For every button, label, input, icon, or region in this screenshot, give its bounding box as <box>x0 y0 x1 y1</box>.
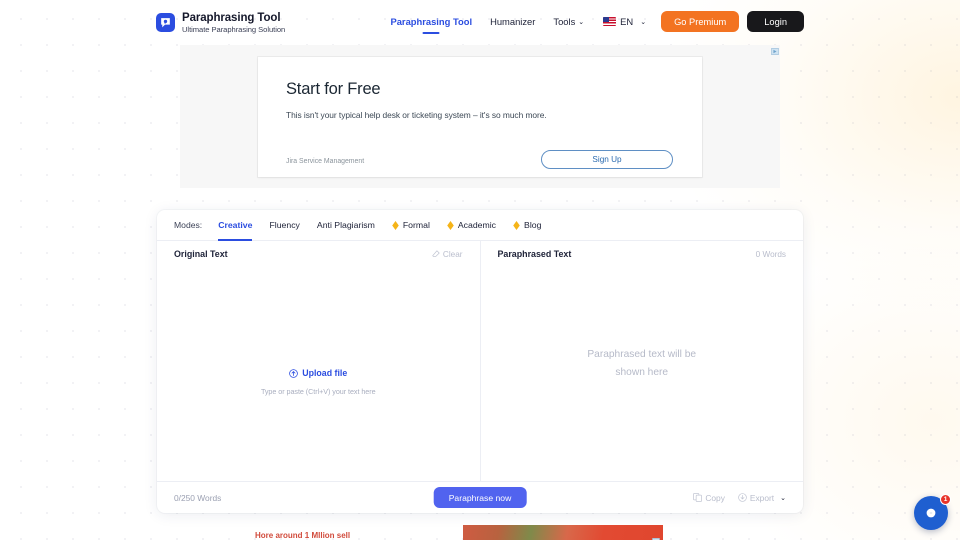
bottom-ad-text: Hore around 1 Mllion sell <box>255 531 351 540</box>
export-button[interactable]: Export ⌄ <box>738 493 786 503</box>
upload-file-button[interactable]: Upload file <box>289 368 347 378</box>
chevron-down-icon: ⌄ <box>780 494 786 502</box>
nav-label: Tools <box>553 16 576 27</box>
main-navigation: Paraphrasing Tool Humanizer Tools ⌄ EN ⌄ … <box>381 11 804 32</box>
word-counter: 0/250 Words <box>174 492 222 503</box>
chevron-down-icon: ⌄ <box>578 19 585 26</box>
mode-tab-anti-plagiarism[interactable]: Anti Plagiarism <box>317 210 375 241</box>
paraphraser-card: Modes: Creative Fluency Anti Plagiarism … <box>157 210 803 513</box>
copy-icon <box>693 493 703 502</box>
copy-label: Copy <box>705 492 725 503</box>
mode-label: Anti Plagiarism <box>316 219 375 230</box>
download-circle-icon <box>738 493 747 502</box>
upload-area: Upload file Type or paste (Ctrl+V) your … <box>157 368 480 396</box>
mode-tab-academic[interactable]: Academic <box>447 210 496 241</box>
ad-choices-icon[interactable] <box>770 47 779 55</box>
modes-label: Modes: <box>174 220 203 230</box>
paraphrase-now-wrapper: Paraphrase now <box>433 487 527 508</box>
page-root: Paraphrasing Tool Ultimate Paraphrasing … <box>0 0 960 540</box>
mode-tab-blog[interactable]: Blog <box>513 210 541 241</box>
mode-label: Academic <box>457 219 497 230</box>
brand-subtitle: Ultimate Paraphrasing Solution <box>182 24 286 34</box>
export-label: Export <box>749 492 775 503</box>
card-footer: 0/250 Words Paraphrase now Copy Export ⌄ <box>157 481 803 513</box>
go-premium-button[interactable]: Go Premium <box>661 11 740 32</box>
mode-label: Creative <box>218 219 253 230</box>
chat-bubble-icon <box>924 506 938 520</box>
mode-label: Blog <box>524 219 542 230</box>
language-selector[interactable]: EN ⌄ <box>593 16 655 27</box>
site-header: Paraphrasing Tool Ultimate Paraphrasing … <box>0 0 960 47</box>
brand-logo[interactable]: Paraphrasing Tool Ultimate Paraphrasing … <box>156 12 285 34</box>
nav-item-tools[interactable]: Tools ⌄ <box>544 16 593 27</box>
ad-choices-icon[interactable] <box>652 532 660 540</box>
ad-headline: Start for Free <box>286 80 381 98</box>
original-text-title: Original Text <box>174 249 228 259</box>
mode-label: Formal <box>402 219 430 230</box>
footer-actions: Copy Export ⌄ <box>693 493 786 503</box>
nav-label: Paraphrasing Tool <box>390 16 473 27</box>
us-flag-icon <box>603 17 617 26</box>
brand-title: Paraphrasing Tool <box>182 12 281 24</box>
ad-body-text: This isn't your typical help desk or tic… <box>286 110 547 120</box>
ad-creative-card[interactable]: Start for Free This isn't your typical h… <box>258 57 702 177</box>
original-text-placeholder[interactable]: Type or paste (Ctrl+V) your text here <box>261 387 376 396</box>
copy-button[interactable]: Copy <box>693 493 725 503</box>
mode-tab-fluency[interactable]: Fluency <box>269 210 299 241</box>
gem-icon <box>392 220 399 230</box>
nav-item-paraphrasing-tool[interactable]: Paraphrasing Tool <box>381 16 481 27</box>
paraphrase-now-button[interactable]: Paraphrase now <box>433 487 527 508</box>
original-text-pane: Original Text Clear Upload file Type or … <box>157 241 481 481</box>
paraphrased-placeholder-line2: shown here <box>615 366 669 378</box>
speech-bubble-p-icon <box>156 13 175 33</box>
modes-toolbar: Modes: Creative Fluency Anti Plagiarism … <box>157 210 803 241</box>
clear-button[interactable]: Clear <box>432 250 463 259</box>
gem-icon <box>447 220 454 230</box>
language-label: EN <box>620 16 634 27</box>
chevron-down-icon: ⌄ <box>640 18 647 26</box>
ad-advertiser-name: Jira Service Management <box>286 158 365 165</box>
nav-item-humanizer[interactable]: Humanizer <box>481 16 544 27</box>
login-button[interactable]: Login <box>747 11 804 32</box>
paraphrased-text-title: Paraphrased Text <box>497 249 572 259</box>
bottom-ad-image[interactable] <box>463 525 663 540</box>
gem-icon <box>513 220 520 230</box>
mode-tab-formal[interactable]: Formal <box>392 210 430 241</box>
ad-signup-button[interactable]: Sign Up <box>541 150 673 169</box>
paraphrased-text-pane: Paraphrased Text 0 Words Paraphrased tex… <box>481 241 804 481</box>
clear-label: Clear <box>442 249 463 259</box>
paraphrased-pane-header: Paraphrased Text 0 Words <box>481 241 804 267</box>
mode-label: Fluency <box>269 219 300 230</box>
original-pane-header: Original Text Clear <box>157 241 480 267</box>
mode-tab-creative[interactable]: Creative <box>218 210 253 241</box>
upload-file-label: Upload file <box>302 368 348 378</box>
paraphrased-placeholder-line1: Paraphrased text will be <box>587 349 697 360</box>
upload-circle-icon <box>289 368 299 378</box>
nav-label: Humanizer <box>490 16 536 27</box>
chat-unread-badge: 1 <box>940 494 951 505</box>
eraser-icon <box>432 250 440 257</box>
advertisement-banner[interactable]: Start for Free This isn't your typical h… <box>180 45 780 188</box>
editor-panes: Original Text Clear Upload file Type or … <box>157 241 803 481</box>
paraphrased-words-count: 0 Words <box>755 249 786 259</box>
bottom-advertisement-strip[interactable]: Hore around 1 Mllion sell <box>0 525 960 540</box>
paraphrased-placeholder: Paraphrased text will be shown here <box>481 346 804 381</box>
